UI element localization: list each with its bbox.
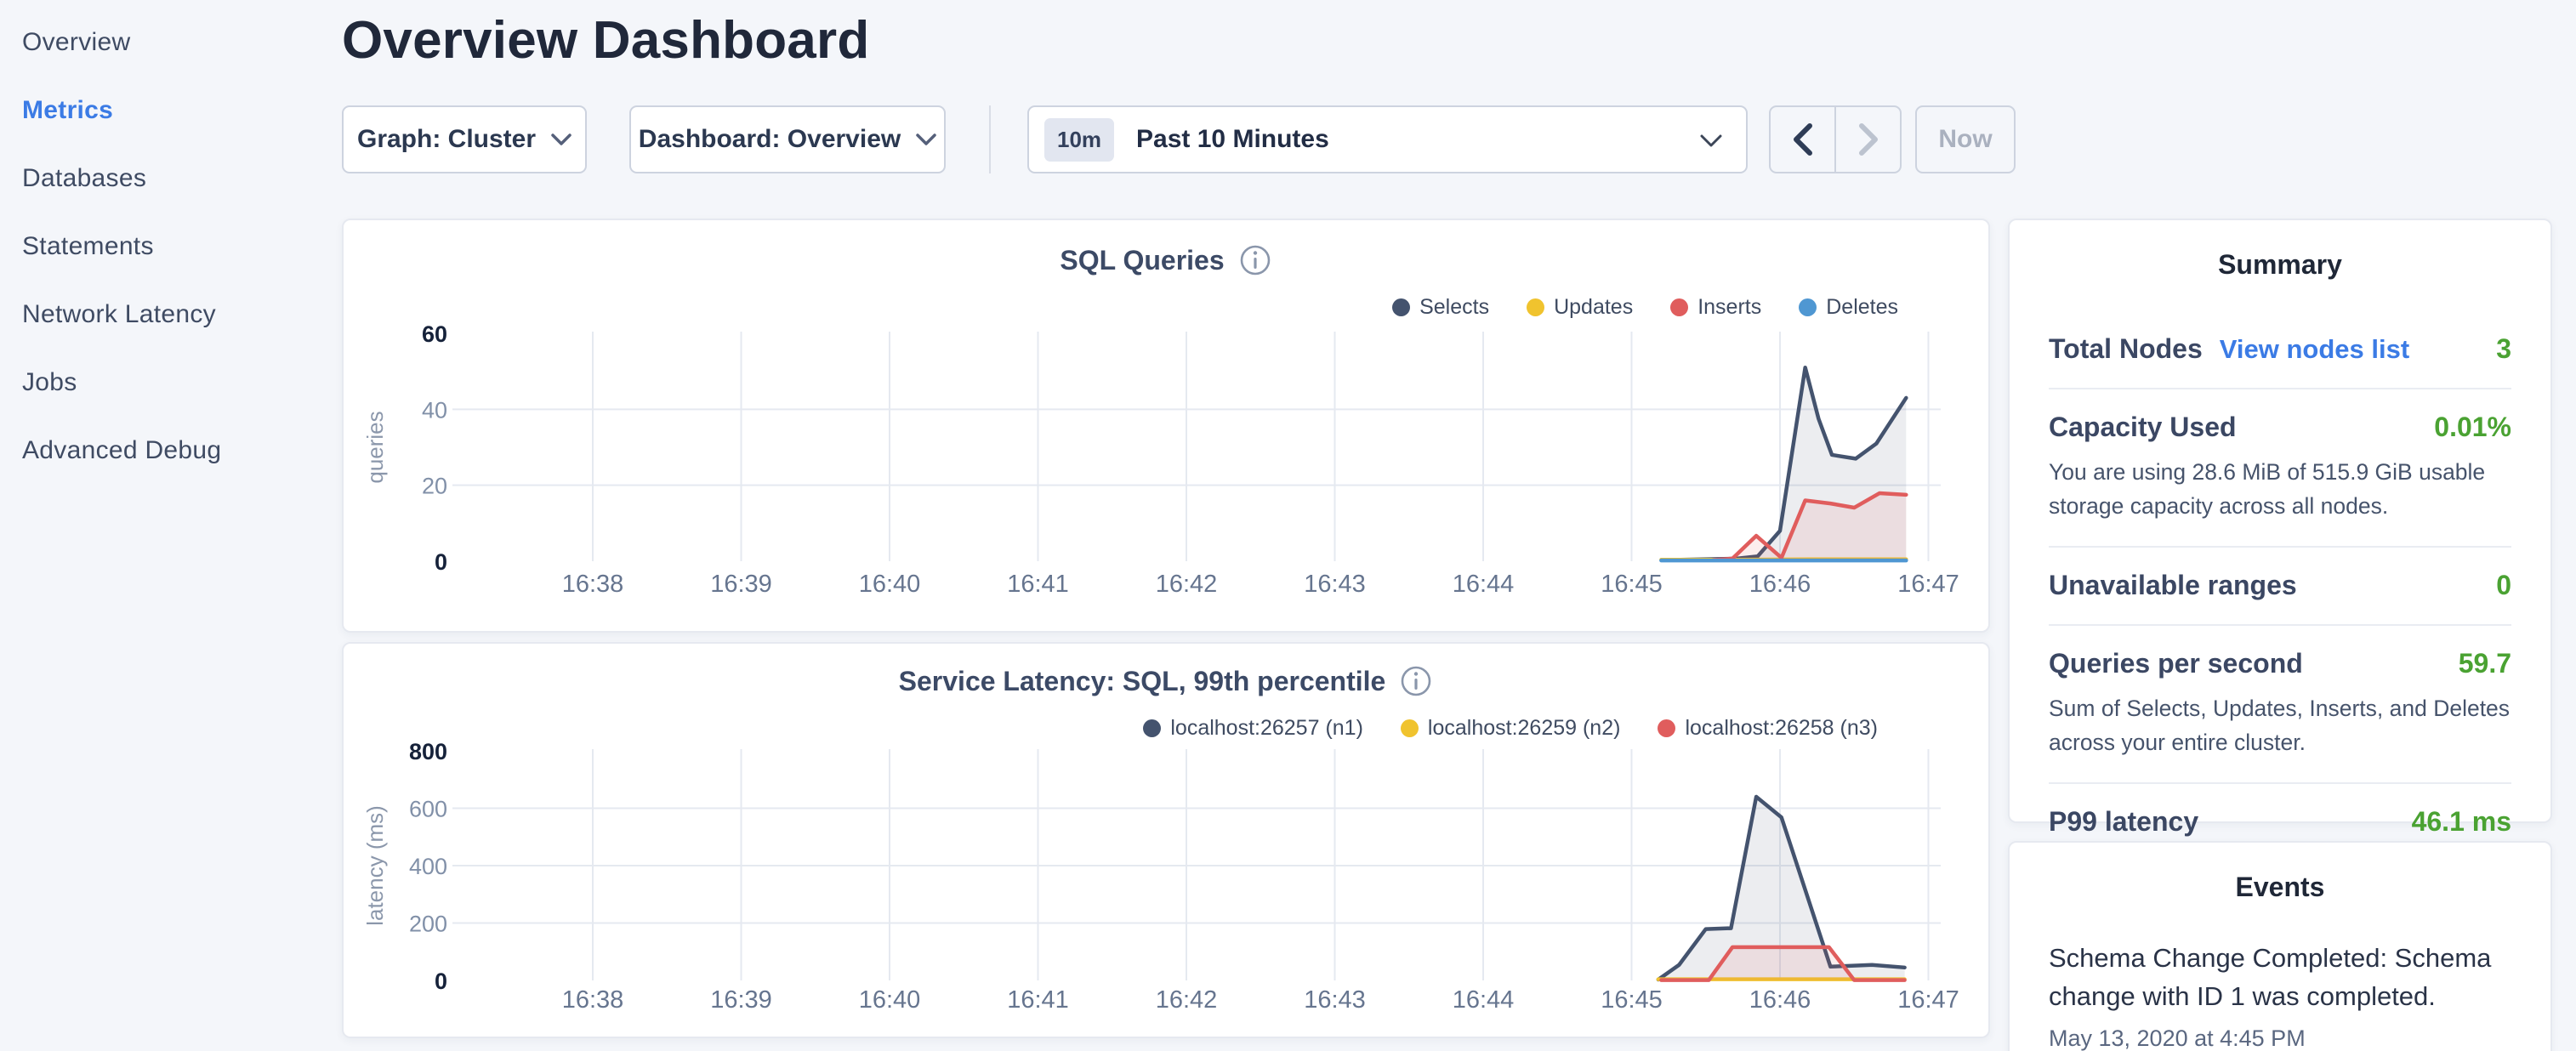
x-axis-tick-label: 16:43: [1304, 571, 1366, 598]
x-axis-tick-label: 16:41: [1007, 986, 1069, 1014]
page-title: Overview Dashboard: [342, 10, 869, 71]
time-range-selector[interactable]: 10m Past 10 Minutes: [1027, 105, 1748, 173]
summary-item-value: 46.1 ms: [2412, 806, 2511, 838]
time-step-back-button[interactable]: [1771, 107, 1836, 172]
graph-dropdown[interactable]: Graph: Cluster: [342, 105, 587, 173]
summary-item-description: Sum of Selects, Updates, Inserts, and De…: [2049, 691, 2511, 759]
event-timestamp: May 13, 2020 at 4:45 PM: [2049, 1025, 2511, 1051]
x-axis-tick-label: 16:40: [859, 571, 921, 598]
service-latency-chart-card: Service Latency: SQL, 99th percentile lo…: [342, 642, 1990, 1038]
summary-item-label: Capacity Used: [2049, 412, 2237, 443]
x-axis-tick-label: 16:43: [1304, 986, 1366, 1014]
events-title: Events: [2049, 872, 2511, 903]
summary-item-label: Unavailable ranges: [2049, 570, 2297, 601]
x-axis-tick-label: 16:47: [1897, 571, 1959, 598]
chevron-down-icon: [551, 134, 571, 145]
summary-item-label: Total Nodes: [2049, 333, 2203, 365]
chevron-down-icon: [1700, 134, 1722, 148]
y-axis-tick-label: 200: [409, 912, 447, 937]
chevron-left-icon: [1793, 123, 1813, 156]
dashboard-dropdown-label: Dashboard: Overview: [639, 125, 901, 154]
sidebar-item-jobs[interactable]: Jobs: [0, 349, 340, 417]
sidebar-item-overview[interactable]: Overview: [0, 9, 340, 77]
y-axis-tick-label: 40: [422, 397, 447, 423]
sidebar-item-databases[interactable]: Databases: [0, 145, 340, 213]
summary-item-description: You are using 28.6 MiB of 515.9 GiB usab…: [2049, 455, 2511, 523]
sidebar: OverviewMetricsDatabasesStatementsNetwor…: [0, 0, 340, 1051]
chart-plot-area: 16:38 16:39 16:40 16:41 16:42 16:43 16:44 16:45…: [344, 644, 1992, 1040]
summary-item-value: 0: [2496, 570, 2511, 601]
x-axis-tick-label: 16:38: [562, 986, 624, 1014]
summary-item-value: 0.01%: [2434, 412, 2511, 443]
time-step-buttons: [1769, 105, 1902, 173]
summary-item-value: 3: [2496, 333, 2511, 365]
x-axis-tick-label: 16:46: [1749, 986, 1811, 1014]
y-axis-tick-label: 0: [435, 969, 447, 994]
y-axis-tick-label: 0: [435, 549, 447, 575]
now-button[interactable]: Now: [1915, 105, 2016, 173]
sidebar-item-metrics[interactable]: Metrics: [0, 77, 340, 145]
y-axis-tick-label: 600: [409, 797, 447, 822]
x-axis-tick-label: 16:42: [1156, 571, 1218, 598]
event-text[interactable]: Schema Change Completed: Schema change w…: [2049, 939, 2511, 1015]
x-axis-tick-label: 16:39: [710, 571, 772, 598]
summary-item: Capacity Used 0.01% You are using 28.6 MiB…: [2049, 389, 2511, 548]
time-range-label: Past 10 Minutes: [1136, 125, 1329, 154]
graph-dropdown-label: Graph: Cluster: [357, 125, 536, 154]
sidebar-item-advanced-debug[interactable]: Advanced Debug: [0, 417, 340, 485]
summary-item: Total Nodes View nodes list 3: [2049, 311, 2511, 389]
chevron-down-icon: [916, 134, 936, 145]
sidebar-item-network-latency[interactable]: Network Latency: [0, 281, 340, 349]
x-axis-tick-label: 16:38: [562, 571, 624, 598]
toolbar-divider: [989, 105, 991, 173]
y-axis-title: latency (ms): [362, 805, 388, 926]
x-axis-tick-label: 16:40: [859, 986, 921, 1014]
x-axis-tick-label: 16:42: [1156, 986, 1218, 1014]
summary-item-label: Queries per second: [2049, 648, 2303, 679]
summary-item: Unavailable ranges 0: [2049, 548, 2511, 626]
summary-item-value: 59.7: [2459, 648, 2511, 679]
chart-grid: [452, 332, 1941, 561]
sidebar-item-statements[interactable]: Statements: [0, 213, 340, 281]
summary-panel: Summary Total Nodes View nodes list 3 Capac…: [2008, 219, 2552, 823]
chart-plot-area: 16:38 16:39 16:40 16:41 16:42 16:43 16:44 16:45…: [344, 220, 1992, 634]
x-axis-tick-label: 16:41: [1007, 571, 1069, 598]
y-axis-tick-label: 20: [422, 474, 447, 499]
events-panel: Events Schema Change Completed: Schema c…: [2008, 841, 2552, 1051]
y-axis-tick-label: 60: [422, 321, 447, 347]
dashboard-dropdown[interactable]: Dashboard: Overview: [629, 105, 946, 173]
view-nodes-list-link[interactable]: View nodes list: [2220, 334, 2409, 365]
time-step-forward-button[interactable]: [1836, 107, 1900, 172]
x-axis-tick-label: 16:45: [1601, 571, 1663, 598]
x-axis-tick-label: 16:39: [710, 986, 772, 1014]
summary-item-label: P99 latency: [2049, 806, 2198, 838]
summary-title: Summary: [2049, 249, 2511, 281]
y-axis-title: queries: [362, 411, 388, 483]
x-axis-tick-label: 16:47: [1897, 986, 1959, 1014]
summary-item: Queries per second 59.7 Sum of Selects, Up…: [2049, 626, 2511, 784]
chevron-right-icon: [1858, 123, 1879, 156]
y-axis-tick-label: 800: [409, 739, 447, 764]
time-range-badge: 10m: [1044, 118, 1114, 162]
sql-queries-chart-card: SQL Queries SelectsUpdatesInsertsDeletes…: [342, 219, 1990, 633]
x-axis-tick-label: 16:45: [1601, 986, 1663, 1014]
x-axis-tick-label: 16:44: [1453, 571, 1515, 598]
x-axis-tick-label: 16:46: [1749, 571, 1811, 598]
x-axis-tick-label: 16:44: [1453, 986, 1515, 1014]
y-axis-tick-label: 400: [409, 854, 447, 879]
